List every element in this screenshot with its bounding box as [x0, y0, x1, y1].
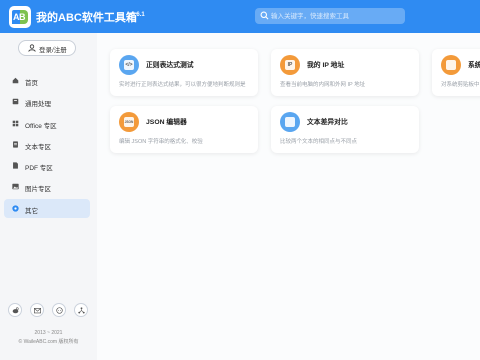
sidebar: 登录/注册 首页 通用处理 Office 专区 文本专区 PDF 专区 图片专区: [0, 33, 97, 360]
code-icon-glyph: </>: [124, 60, 134, 70]
chat-icon: [56, 307, 63, 314]
main-content: </> 正则表达式测试 实时进行正则表达式结果，可以很方便地判断规则是 IP 我…: [97, 33, 480, 360]
tool-card-desc: 查看当前电脑的内网和外网 IP 地址: [280, 82, 366, 88]
sidebar-item-label: 文本专区: [25, 143, 51, 151]
diff-icon: [280, 112, 300, 132]
sidebar-item-label: 通用处理: [25, 101, 51, 109]
text-doc-icon: [13, 141, 18, 148]
home-icon: [12, 77, 19, 84]
sidebar-item-label: 其它: [25, 207, 38, 215]
login-label: 登录/注册: [39, 47, 67, 54]
tool-card-diff[interactable]: 文本差异对比 比较两个文本的相同点与不同点: [271, 106, 419, 153]
sidebar-item-image[interactable]: 图片专区: [4, 177, 90, 196]
sidebar-item-label: 图片专区: [25, 186, 51, 194]
json-icon: JSON: [119, 112, 139, 132]
mail-icon: [34, 308, 41, 314]
search-input[interactable]: [271, 8, 401, 24]
login-register-button[interactable]: 登录/注册: [18, 40, 76, 56]
json-icon-glyph: JSON: [124, 117, 134, 127]
monitor-icon-glyph: [446, 60, 456, 70]
tool-card-desc: 对系统剪贴板中: [441, 82, 480, 88]
sidebar-item-pdf[interactable]: PDF 专区: [4, 156, 90, 175]
tool-card-title: 文本差异对比: [307, 119, 348, 126]
tool-card-ip[interactable]: IP 我的 IP 地址 查看当前电脑的内网和外网 IP 地址: [271, 49, 419, 96]
app-logo: AB: [9, 6, 31, 28]
sidebar-item-label: PDF 专区: [25, 165, 53, 173]
weibo-icon: [12, 307, 19, 314]
tool-card-desc: 比较两个文本的相同点与不同点: [280, 139, 358, 145]
tool-card-desc: 实时进行正则表达式结果，可以很方便地判断规则是: [119, 82, 246, 88]
pdf-icon: [13, 162, 18, 169]
app-version: v6.6.1: [128, 12, 145, 18]
search-box[interactable]: [255, 8, 405, 24]
logo-text: AB: [13, 12, 26, 22]
app-header: AB 我的ABC软件工具箱 v6.6.1: [0, 0, 480, 33]
share-button[interactable]: [74, 303, 88, 317]
sidebar-item-label: 首页: [25, 80, 38, 87]
mail-button[interactable]: [30, 303, 44, 317]
social-links: [8, 303, 88, 317]
more-icon: [12, 205, 19, 212]
user-icon: [28, 44, 36, 52]
office-icon: [12, 120, 19, 126]
chat-button[interactable]: [52, 303, 66, 317]
sidebar-item-home[interactable]: 首页: [4, 71, 90, 90]
tool-card-title: 我的 IP 地址: [307, 62, 345, 69]
search-icon: [260, 11, 269, 20]
ip-icon-glyph: IP: [285, 60, 295, 70]
tool-card-desc: 编辑 JSON 字符串的格式化、校验: [119, 139, 203, 145]
tool-card-regex[interactable]: </> 正则表达式测试 实时进行正则表达式结果，可以很方便地判断规则是: [110, 49, 258, 96]
tool-card-title: 正则表达式测试: [146, 62, 194, 69]
code-icon: </>: [119, 55, 139, 75]
app-title: 我的ABC软件工具箱: [36, 12, 137, 24]
image-icon: [12, 184, 19, 190]
ip-icon: IP: [280, 55, 300, 75]
sidebar-nav: 首页 通用处理 Office 专区 文本专区 PDF 专区 图片专区 其它: [4, 71, 90, 220]
sidebar-item-office[interactable]: Office 专区: [4, 114, 90, 133]
sidebar-item-text[interactable]: 文本专区: [4, 135, 90, 154]
copyright-text: © WaileABC.com 版权所有: [18, 339, 79, 345]
copyright-years: 2013 ~ 2021: [34, 330, 63, 336]
share-icon: [78, 307, 85, 314]
monitor-icon: [441, 55, 461, 75]
weibo-button[interactable]: [8, 303, 22, 317]
box-icon: [12, 98, 19, 105]
sidebar-item-label: Office 专区: [25, 122, 57, 130]
tool-card-title: 系统: [468, 62, 480, 69]
sidebar-item-other[interactable]: 其它: [4, 198, 90, 218]
tool-card-title: JSON 编辑器: [146, 119, 187, 126]
tool-card-json[interactable]: JSON JSON 编辑器 编辑 JSON 字符串的格式化、校验: [110, 106, 258, 153]
diff-icon-glyph: [285, 117, 295, 127]
sidebar-item-general[interactable]: 通用处理: [4, 92, 90, 111]
tool-card-clipboard[interactable]: 系统 对系统剪贴板中: [432, 49, 480, 96]
